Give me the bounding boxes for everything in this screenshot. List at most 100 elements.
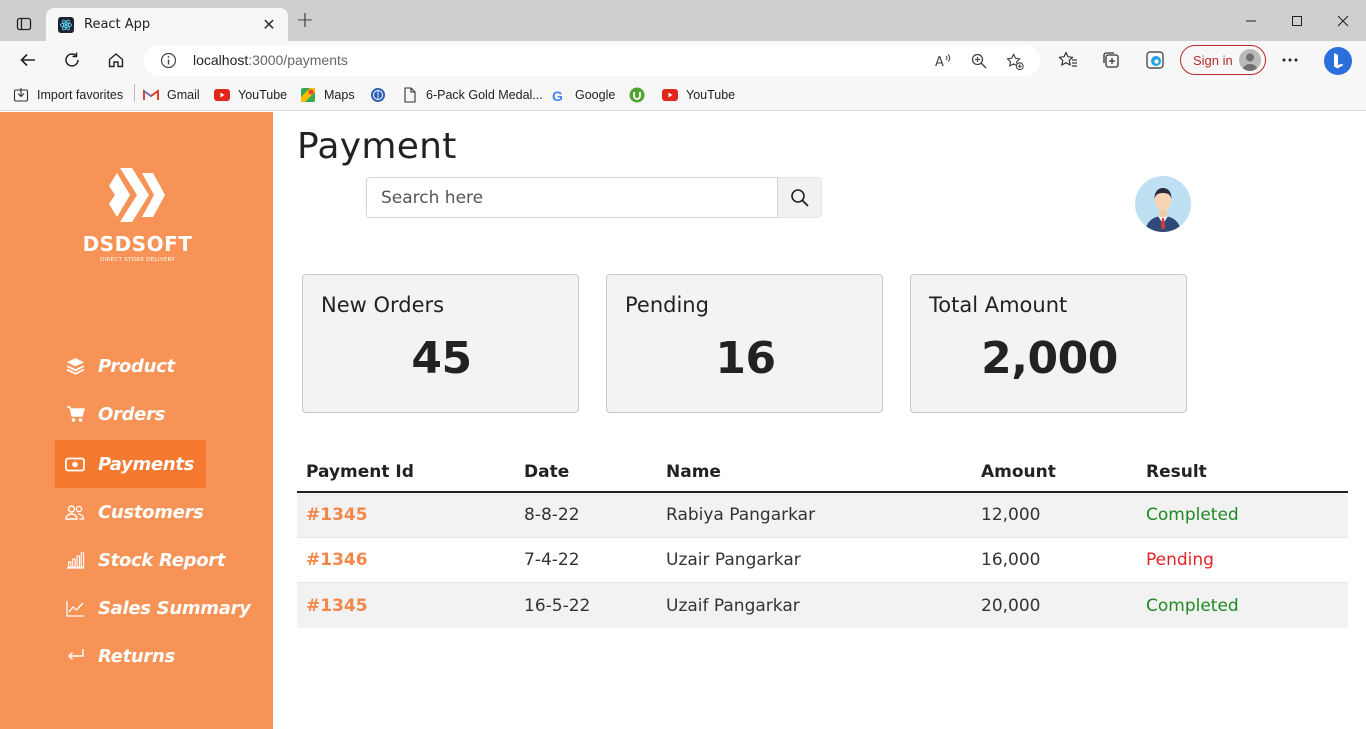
search-bar	[366, 177, 822, 218]
cart-icon	[65, 404, 85, 424]
sidebar-item-label: Product	[98, 355, 175, 377]
column-header-amount[interactable]: Amount	[972, 462, 1137, 482]
page-title: Payment	[297, 126, 457, 167]
payment-date: 16-5-22	[524, 595, 591, 616]
sidebar: DSDSOFT DIRECT STORE DELIVERY Product Or…	[0, 112, 273, 729]
tab-actions-icon[interactable]	[12, 12, 36, 36]
fav-youtube[interactable]: YouTube	[214, 85, 287, 105]
payment-name: Uzaif Pangarkar	[666, 595, 800, 616]
payment-id-link[interactable]: #1345	[297, 596, 515, 616]
import-icon	[13, 87, 29, 103]
sidebar-item-stock-report[interactable]: Stock Report	[55, 536, 237, 584]
more-options-icon[interactable]	[1276, 48, 1304, 72]
table-row[interactable]: #1345 16-5-22 Uzaif Pangarkar 20,000 Com…	[297, 583, 1348, 628]
collections-icon[interactable]	[1097, 48, 1125, 72]
column-header-date[interactable]: Date	[515, 462, 657, 482]
payment-id-link[interactable]: #1346	[297, 550, 515, 570]
svg-text:G: G	[552, 88, 563, 103]
sidebar-item-label: Sales Summary	[98, 597, 251, 619]
column-header-result[interactable]: Result	[1137, 462, 1348, 482]
fav-utorrent[interactable]	[629, 85, 653, 105]
fav-wikipedia[interactable]	[370, 85, 394, 105]
card-label: New Orders	[321, 293, 445, 317]
search-icon	[790, 188, 809, 207]
fav-youtube-2[interactable]: YouTube	[662, 85, 735, 105]
sidebar-item-payments[interactable]: Payments	[55, 440, 207, 488]
refresh-icon[interactable]	[58, 48, 86, 72]
sidebar-item-product[interactable]: Product	[55, 342, 187, 390]
fav-6-pack[interactable]: 6-Pack Gold Medal...	[402, 85, 543, 105]
close-window-icon[interactable]	[1320, 8, 1366, 34]
utorrent-icon	[629, 87, 645, 103]
read-aloud-icon[interactable]: A	[934, 52, 952, 70]
site-info-icon[interactable]	[160, 52, 177, 73]
back-icon[interactable]	[14, 48, 42, 72]
fav-google[interactable]: G Google	[551, 85, 616, 105]
logo-mark-icon	[109, 168, 165, 222]
maximize-icon[interactable]	[1274, 8, 1320, 34]
edge-app-icon[interactable]	[1141, 48, 1169, 72]
table-row[interactable]: #1345 8-8-22 Rabiya Pangarkar 12,000 Com…	[297, 493, 1348, 538]
payment-result: Pending	[1146, 550, 1214, 570]
url-host: localhost	[193, 52, 249, 68]
return-icon	[65, 646, 85, 666]
brand-name: DSDSOFT	[82, 232, 193, 256]
sidebar-item-label: Payments	[98, 453, 195, 475]
brand-logo[interactable]: DSDSOFT DIRECT STORE DELIVERY	[80, 167, 195, 267]
sidebar-item-label: Orders	[98, 403, 166, 425]
card-value: 2,000	[981, 333, 1118, 384]
fav-import-favorites[interactable]: Import favorites	[13, 85, 123, 105]
add-favorite-icon[interactable]	[1006, 52, 1024, 70]
table-row[interactable]: #1346 7-4-22 Uzair Pangarkar 16,000 Pend…	[297, 538, 1348, 583]
wikipedia-icon	[370, 87, 386, 103]
sidebar-item-orders[interactable]: Orders	[55, 390, 177, 438]
sidebar-item-customers[interactable]: Customers	[55, 488, 216, 536]
address-bar[interactable]: localhost:3000/payments A	[144, 45, 1040, 76]
sidebar-item-returns[interactable]: Returns	[55, 632, 187, 680]
search-input[interactable]	[366, 177, 778, 218]
card-value: 45	[411, 333, 472, 384]
fav-maps[interactable]: Maps	[300, 85, 355, 105]
favorites-icon[interactable]	[1054, 48, 1082, 72]
money-icon	[65, 454, 85, 474]
sidebar-item-label: Customers	[98, 501, 204, 523]
card-value: 16	[715, 333, 776, 384]
youtube-icon	[662, 87, 678, 103]
fav-label: Google	[575, 88, 616, 102]
react-icon	[58, 16, 74, 33]
brand-tagline: DIRECT STORE DELIVERY	[99, 257, 176, 263]
main-content: Payment New Orders 45 Pending 16 Total A…	[273, 112, 1366, 729]
search-button[interactable]	[778, 177, 822, 218]
payment-name: Rabiya Pangarkar	[666, 505, 816, 525]
column-header-name[interactable]: Name	[657, 462, 972, 482]
browser-tab[interactable]: React App ✕	[46, 8, 288, 41]
fav-label: Gmail	[167, 88, 200, 102]
fav-gmail[interactable]: Gmail	[143, 85, 200, 105]
home-icon[interactable]	[102, 48, 130, 72]
gmail-icon	[143, 87, 159, 103]
column-header-payment-id[interactable]: Payment Id	[297, 462, 515, 482]
fav-label: Maps	[324, 88, 355, 102]
close-tab-icon[interactable]: ✕	[260, 15, 278, 34]
profile-icon	[1239, 49, 1261, 71]
browser-tab-bar: React App ✕ +	[0, 0, 1366, 41]
sidebar-item-label: Returns	[98, 645, 175, 667]
url-text: localhost:3000/payments	[193, 52, 348, 68]
stat-card-new-orders: New Orders 45	[302, 274, 579, 413]
minimize-icon[interactable]	[1228, 8, 1274, 34]
fav-label: YouTube	[238, 88, 288, 102]
payment-id-link[interactable]: #1345	[297, 505, 515, 525]
zoom-icon[interactable]	[970, 52, 988, 70]
payment-result: Completed	[1146, 595, 1239, 616]
new-tab-icon[interactable]: +	[294, 10, 316, 33]
sign-in-button[interactable]: Sign in	[1180, 45, 1266, 75]
google-icon: G	[551, 87, 567, 103]
payment-amount: 12,000	[981, 505, 1041, 525]
avatar[interactable]	[1135, 176, 1191, 232]
table-header: Payment Id Date Name Amount Result	[297, 452, 1348, 493]
bing-icon[interactable]	[1322, 45, 1354, 77]
users-icon	[65, 502, 85, 522]
bar-chart-icon	[65, 550, 85, 570]
tab-title: React App	[84, 17, 151, 32]
sidebar-item-sales-summary[interactable]: Sales Summary	[55, 584, 263, 632]
